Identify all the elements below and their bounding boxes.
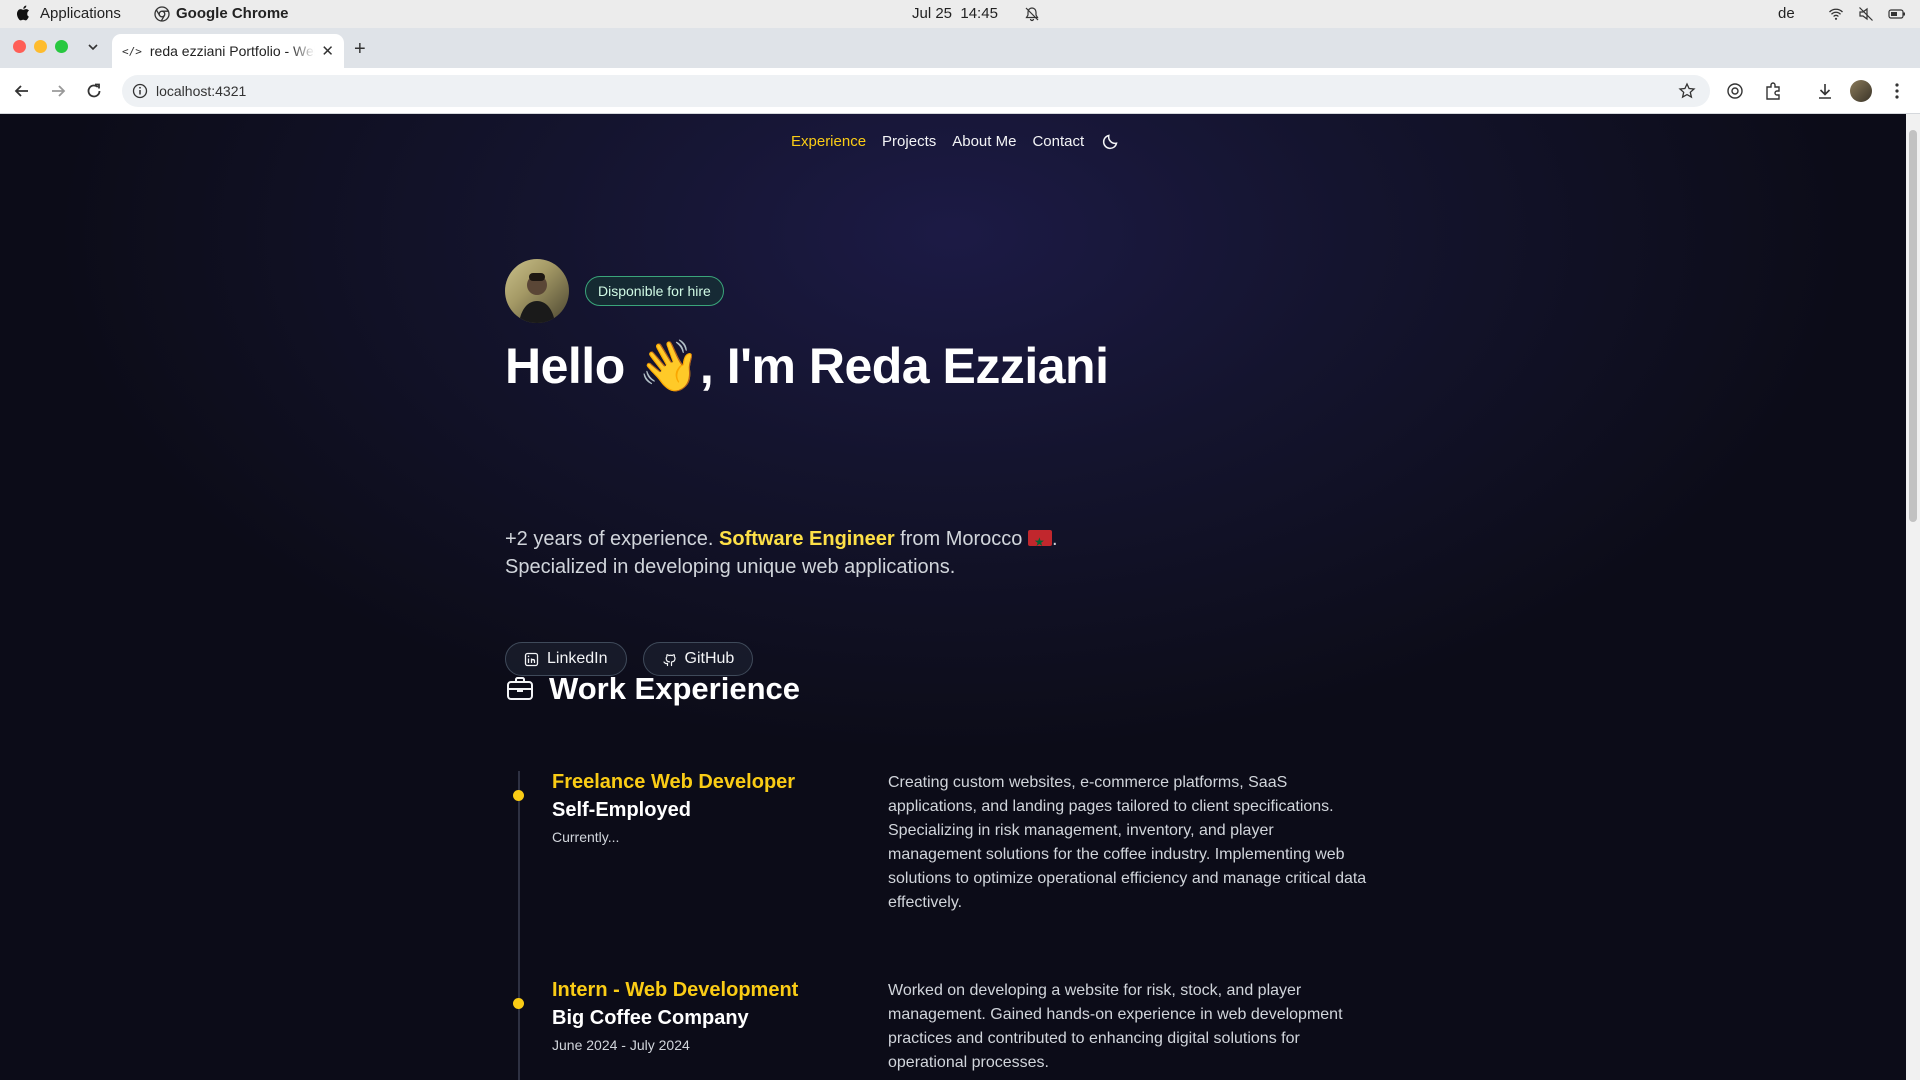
- minimize-window-button[interactable]: [34, 40, 47, 53]
- menubar-date: Jul 25: [912, 5, 953, 22]
- job-date: Currently...: [552, 829, 620, 845]
- maximize-window-button[interactable]: [55, 40, 68, 53]
- back-arrow-icon[interactable]: [12, 81, 32, 101]
- extension-shield-icon[interactable]: [1724, 80, 1746, 102]
- new-tab-button[interactable]: +: [354, 38, 366, 61]
- availability-badge: Disponible for hire: [585, 276, 724, 306]
- job-description: Worked on developing a website for risk,…: [888, 982, 1343, 1071]
- macos-menu-bar: Applications Google Chrome Jul 25 14:45 …: [0, 0, 1920, 28]
- more-options-icon[interactable]: [1886, 80, 1908, 102]
- linkedin-icon: [524, 652, 539, 666]
- job-company: Big Coffee Company: [552, 1007, 749, 1029]
- close-tab-icon[interactable]: ✕: [321, 42, 334, 60]
- wifi-icon[interactable]: [1828, 6, 1844, 22]
- close-window-button[interactable]: [13, 40, 26, 53]
- browser-tab-active[interactable]: </> reda ezziani Portfolio - Web ✕: [112, 34, 344, 68]
- github-icon: [662, 653, 676, 666]
- tab-title: reda ezziani Portfolio - Web: [149, 43, 316, 59]
- github-label: GitHub: [684, 650, 735, 667]
- url-text: localhost:4321: [156, 83, 247, 99]
- applications-menu[interactable]: Applications: [40, 5, 121, 22]
- page-scrollbar[interactable]: [1906, 114, 1920, 1080]
- bell-slash-icon[interactable]: [1024, 6, 1040, 22]
- extensions-puzzle-icon[interactable]: [1762, 80, 1784, 102]
- nav-item-contact[interactable]: Contact: [1032, 133, 1084, 150]
- profile-avatar[interactable]: [1850, 80, 1872, 102]
- hero-intro: +2 years of experience. Software Enginee…: [505, 525, 1185, 581]
- apple-icon[interactable]: [16, 4, 32, 22]
- intro-part-2: from Morocco: [894, 528, 1023, 550]
- browser-toolbar: localhost:4321: [0, 68, 1920, 114]
- browser-tab-strip: </> reda ezziani Portfolio - Web ✕ +: [0, 28, 1920, 68]
- forward-arrow-icon[interactable]: [48, 81, 68, 101]
- nav-item-projects[interactable]: Projects: [882, 133, 936, 150]
- window-controls: [13, 40, 68, 53]
- job-company: Self-Employed: [552, 799, 691, 821]
- battery-icon[interactable]: [1888, 6, 1906, 22]
- input-language-indicator[interactable]: de: [1778, 5, 1795, 22]
- moon-icon[interactable]: [1102, 132, 1120, 150]
- waving-hand-icon: 👋: [638, 337, 700, 395]
- portfolio-page: Experience Projects About Me Contact Dis…: [0, 114, 1906, 1080]
- job-date: June 2024 - July 2024: [552, 1037, 690, 1053]
- download-icon[interactable]: [1814, 80, 1836, 102]
- job-description: Creating custom websites, e-commerce pla…: [888, 774, 1367, 911]
- timeline-line: [518, 771, 520, 1080]
- chrome-app-name: Google Chrome: [176, 5, 289, 22]
- profile-photo: [505, 259, 569, 323]
- chrome-icon: [154, 5, 170, 22]
- menubar-clock[interactable]: Jul 25 14:45: [912, 5, 998, 22]
- hero-greeting: Hello 👋, I'm Reda Ezziani: [505, 337, 1109, 396]
- timeline-dot: [513, 998, 524, 1009]
- chrome-app-menu[interactable]: Google Chrome: [154, 5, 289, 22]
- sound-muted-icon[interactable]: [1858, 6, 1874, 22]
- site-navigation: Experience Projects About Me Contact: [791, 132, 1120, 150]
- scrollbar-thumb[interactable]: [1909, 130, 1917, 522]
- intro-highlight: Software Engineer: [719, 528, 895, 550]
- menubar-status-icons: [1828, 6, 1906, 22]
- work-experience-heading: Work Experience: [505, 671, 1405, 707]
- job-role: Intern - Web Development: [552, 979, 799, 1001]
- nav-item-experience[interactable]: Experience: [791, 133, 866, 150]
- intro-line-2: Specialized in developing unique web app…: [505, 556, 956, 578]
- briefcase-icon: [507, 677, 533, 700]
- address-bar[interactable]: localhost:4321: [122, 75, 1710, 107]
- work-experience-section: Work Experience Freelance Web Developer …: [505, 671, 1405, 1080]
- intro-part-1: +2 years of experience.: [505, 528, 720, 550]
- greeting-prefix: Hello: [505, 338, 625, 394]
- reload-icon[interactable]: [84, 81, 104, 101]
- work-experience-title: Work Experience: [549, 671, 800, 706]
- morocco-flag-icon: [1028, 528, 1052, 556]
- nav-item-about-me[interactable]: About Me: [952, 133, 1016, 150]
- menubar-time: 14:45: [960, 5, 998, 22]
- chevron-down-icon[interactable]: [84, 38, 102, 56]
- bookmark-star-icon[interactable]: [1678, 82, 1696, 100]
- code-icon: </>: [122, 44, 142, 58]
- site-info-icon[interactable]: [132, 83, 148, 99]
- linkedin-label: LinkedIn: [547, 650, 608, 667]
- timeline-dot: [513, 790, 524, 801]
- person-silhouette-icon: [519, 273, 555, 323]
- job-role: Freelance Web Developer: [552, 771, 796, 793]
- intro-part-3: .: [1052, 528, 1058, 550]
- greeting-name: , I'm Reda Ezziani: [699, 338, 1109, 394]
